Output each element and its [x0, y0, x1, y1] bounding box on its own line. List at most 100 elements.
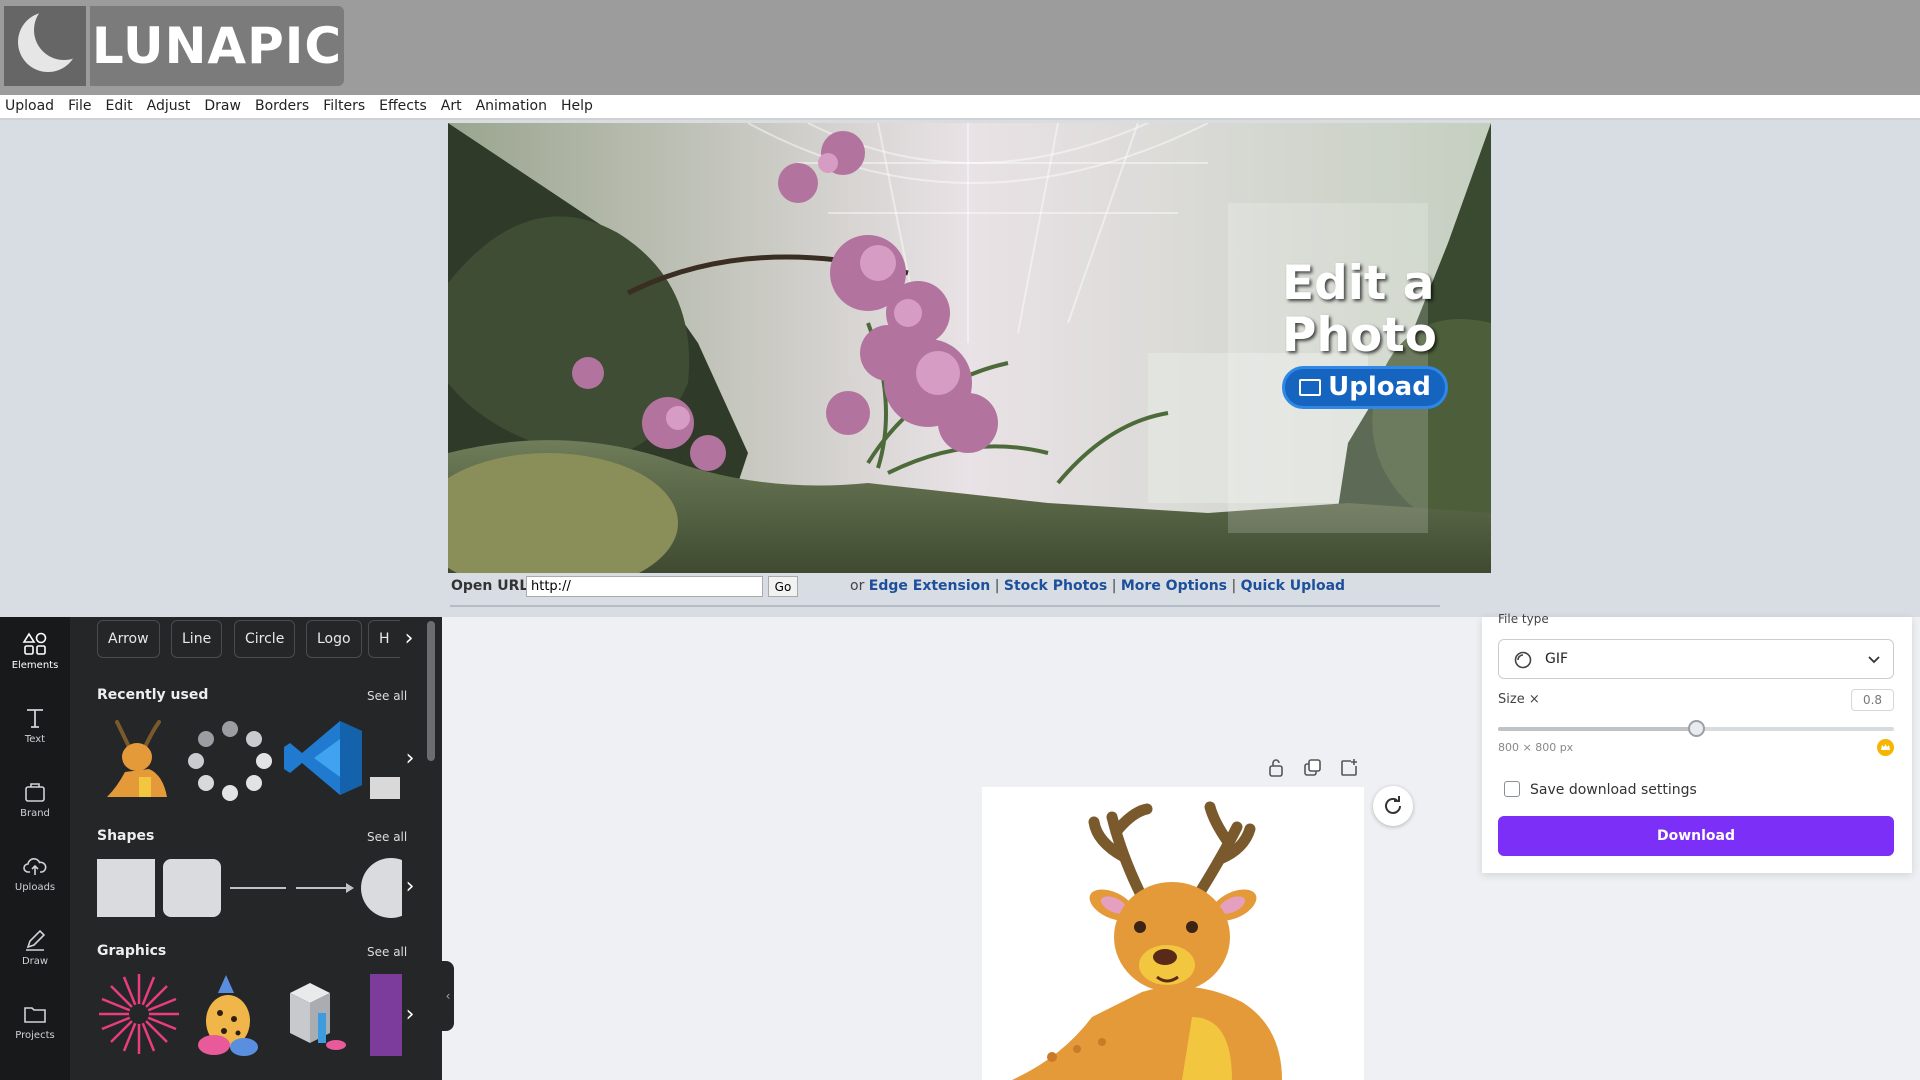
rail-label-draw: Draw	[21, 956, 49, 967]
download-panel: File type GIF Size × 0.8 800 × 800 px Sa…	[1482, 612, 1912, 873]
banner-upload-label: Upload	[1328, 372, 1431, 402]
brand-icon	[25, 783, 45, 802]
design-page[interactable]	[982, 787, 1364, 1080]
page-toolbar	[1264, 756, 1374, 780]
go-button[interactable]: Go	[768, 576, 798, 597]
text-icon	[27, 709, 43, 728]
url-input[interactable]	[526, 576, 763, 597]
lock-icon[interactable]	[1264, 756, 1288, 780]
add-page-icon[interactable]	[1337, 756, 1361, 780]
size-value-box[interactable]: 0.8	[1851, 689, 1894, 711]
elements-icon	[22, 632, 47, 655]
separator: |	[994, 578, 1000, 594]
checkbox-square[interactable]	[1504, 781, 1520, 797]
shape-arrow-line[interactable]	[296, 879, 356, 897]
edge-extension-link[interactable]: Edge Extension	[869, 578, 990, 594]
cloud-upload-icon	[23, 858, 47, 875]
logo-wordmark: LUNAPIC	[90, 6, 344, 86]
download-button[interactable]: Download	[1498, 816, 1894, 856]
dimensions-text: 800 × 800 px	[1498, 741, 1574, 754]
size-label: Size ×	[1498, 692, 1540, 707]
deer-illustration	[1012, 801, 1282, 1080]
menu-borders[interactable]: Borders	[250, 95, 318, 118]
graphic-leopard-figure[interactable]	[194, 973, 264, 1057]
rail-label-uploads: Uploads	[14, 882, 56, 893]
rail-projects[interactable]: Projects	[0, 987, 70, 1057]
shapes-next-button[interactable]: ›	[395, 867, 425, 907]
chevron-down-icon	[1868, 656, 1880, 664]
rail-text[interactable]: Text	[0, 691, 70, 761]
rail-uploads[interactable]: Uploads	[0, 839, 70, 909]
menu-adjust[interactable]: Adjust	[142, 95, 200, 118]
rail-elements[interactable]: Elements	[0, 617, 70, 687]
stock-photos-link[interactable]: Stock Photos	[1004, 578, 1107, 594]
see-all-shapes[interactable]: See all	[367, 830, 407, 844]
editor-left-rail: Elements Text Brand Uploads Draw Project…	[0, 617, 70, 1080]
more-options-link[interactable]: More Options	[1121, 578, 1227, 594]
size-slider-fill	[1498, 727, 1696, 731]
crown-glyph	[1881, 744, 1890, 750]
rail-brand[interactable]: Brand	[0, 765, 70, 835]
recent-partial-thumbnail[interactable]	[370, 777, 400, 799]
section-shapes: Shapes	[97, 828, 155, 844]
menu-animation[interactable]: Animation	[471, 95, 556, 118]
duplicate-icon[interactable]	[1300, 756, 1324, 780]
recent-deer-thumbnail[interactable]	[97, 717, 177, 802]
recent-loading-dots-thumbnail[interactable]	[188, 719, 273, 801]
folder-icon	[1299, 379, 1322, 396]
headline-line-1: Edit a	[1282, 256, 1435, 311]
menu-help[interactable]: Help	[556, 95, 602, 118]
elements-panel: Arrow Line Circle Logo H › Recently used…	[70, 617, 442, 1080]
gif-file-icon	[1514, 651, 1532, 669]
lunapic-menubar: Upload File Edit Adjust Draw Borders Fil…	[0, 95, 1920, 120]
hero-banner: Edit a Photo Upload	[448, 123, 1491, 573]
recent-next-button[interactable]: ›	[395, 739, 425, 779]
graphics-next-button[interactable]: ›	[395, 995, 425, 1035]
refresh-button[interactable]	[1373, 786, 1413, 826]
see-all-graphics[interactable]: See all	[367, 945, 407, 959]
graphic-pink-burst[interactable]	[97, 972, 181, 1056]
banner-headline: Edit a Photo	[1282, 258, 1482, 362]
size-slider-thumb[interactable]	[1688, 720, 1705, 737]
menu-art[interactable]: Art	[436, 95, 471, 118]
menu-file[interactable]: File	[63, 95, 100, 118]
pen-icon	[26, 929, 46, 951]
file-type-select[interactable]: GIF	[1498, 639, 1894, 679]
section-graphics: Graphics	[97, 943, 167, 959]
folder-icon	[24, 1007, 46, 1023]
graphic-isometric-figure[interactable]	[280, 973, 350, 1057]
menu-upload[interactable]: Upload	[0, 95, 63, 118]
chips-next-button[interactable]: ›	[394, 619, 424, 659]
save-settings-checkbox[interactable]: Save download settings	[1504, 781, 1697, 798]
quick-upload-link[interactable]: Quick Upload	[1241, 578, 1345, 594]
section-recently-used: Recently used	[97, 687, 209, 703]
banner-upload-button[interactable]: Upload	[1282, 366, 1448, 409]
menu-filters[interactable]: Filters	[318, 95, 374, 118]
size-slider[interactable]	[1498, 720, 1894, 737]
panel-scrollbar[interactable]	[427, 621, 435, 761]
shape-square[interactable]	[97, 859, 155, 917]
chip-arrow[interactable]: Arrow	[97, 620, 160, 658]
lunapic-logo[interactable]: LUNAPIC	[4, 6, 344, 86]
separator: |	[1231, 578, 1237, 594]
file-type-label: File type	[1498, 612, 1549, 626]
save-settings-label: Save download settings	[1530, 782, 1697, 798]
menu-effects[interactable]: Effects	[374, 95, 436, 118]
shape-rounded-square[interactable]	[163, 859, 221, 917]
chip-line[interactable]: Line	[171, 620, 223, 658]
chip-logo[interactable]: Logo	[306, 620, 362, 658]
chip-circle[interactable]: Circle	[234, 620, 296, 658]
menu-edit[interactable]: Edit	[101, 95, 142, 118]
rail-label-brand: Brand	[20, 808, 50, 819]
open-url-bar: Open URL: Go or Edge Extension | Stock P…	[450, 575, 1440, 607]
rail-label-text: Text	[24, 734, 46, 745]
lunapic-header: LUNAPIC	[0, 0, 1920, 95]
moon-icon	[4, 6, 86, 86]
recent-vscode-logo-thumbnail[interactable]	[282, 717, 364, 799]
collapse-panel-button[interactable]: ‹	[442, 961, 454, 1031]
menu-draw[interactable]: Draw	[199, 95, 250, 118]
shape-line[interactable]	[230, 887, 286, 889]
file-type-value: GIF	[1545, 651, 1569, 667]
rail-draw[interactable]: Draw	[0, 913, 70, 983]
see-all-recent[interactable]: See all	[367, 689, 407, 703]
